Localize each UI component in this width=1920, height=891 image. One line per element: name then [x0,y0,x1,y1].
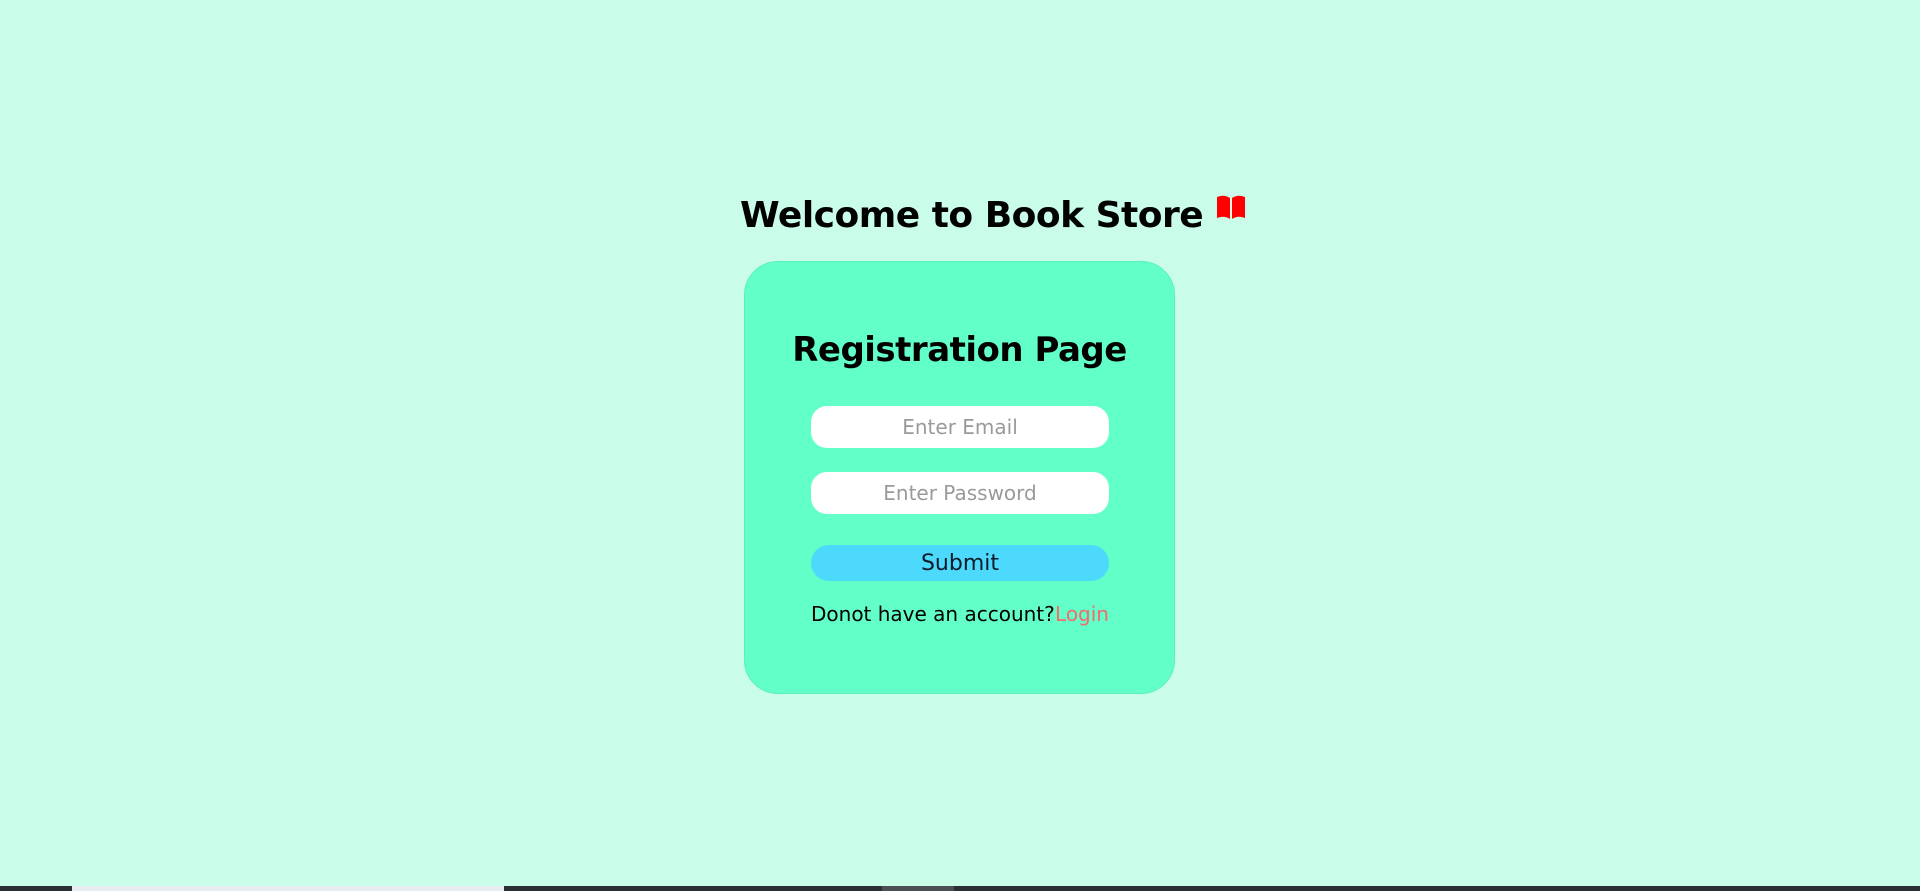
account-row: Donot have an account? Login [811,602,1109,626]
account-prompt: Donot have an account? [811,602,1055,626]
email-field[interactable] [811,406,1109,448]
open-book-icon [1215,194,1247,222]
login-link[interactable]: Login [1055,602,1109,626]
taskbar-item[interactable] [882,886,954,891]
submit-button[interactable]: Submit [811,545,1109,581]
page-title: Welcome to Book Store [740,194,1204,236]
taskbar-item[interactable] [72,886,504,891]
form-title: Registration Page [792,330,1127,370]
taskbar [0,886,1920,891]
password-field[interactable] [811,472,1109,514]
page-header: Welcome to Book Store [740,185,1247,245]
registration-card: Registration Page Submit Donot have an a… [744,261,1175,694]
